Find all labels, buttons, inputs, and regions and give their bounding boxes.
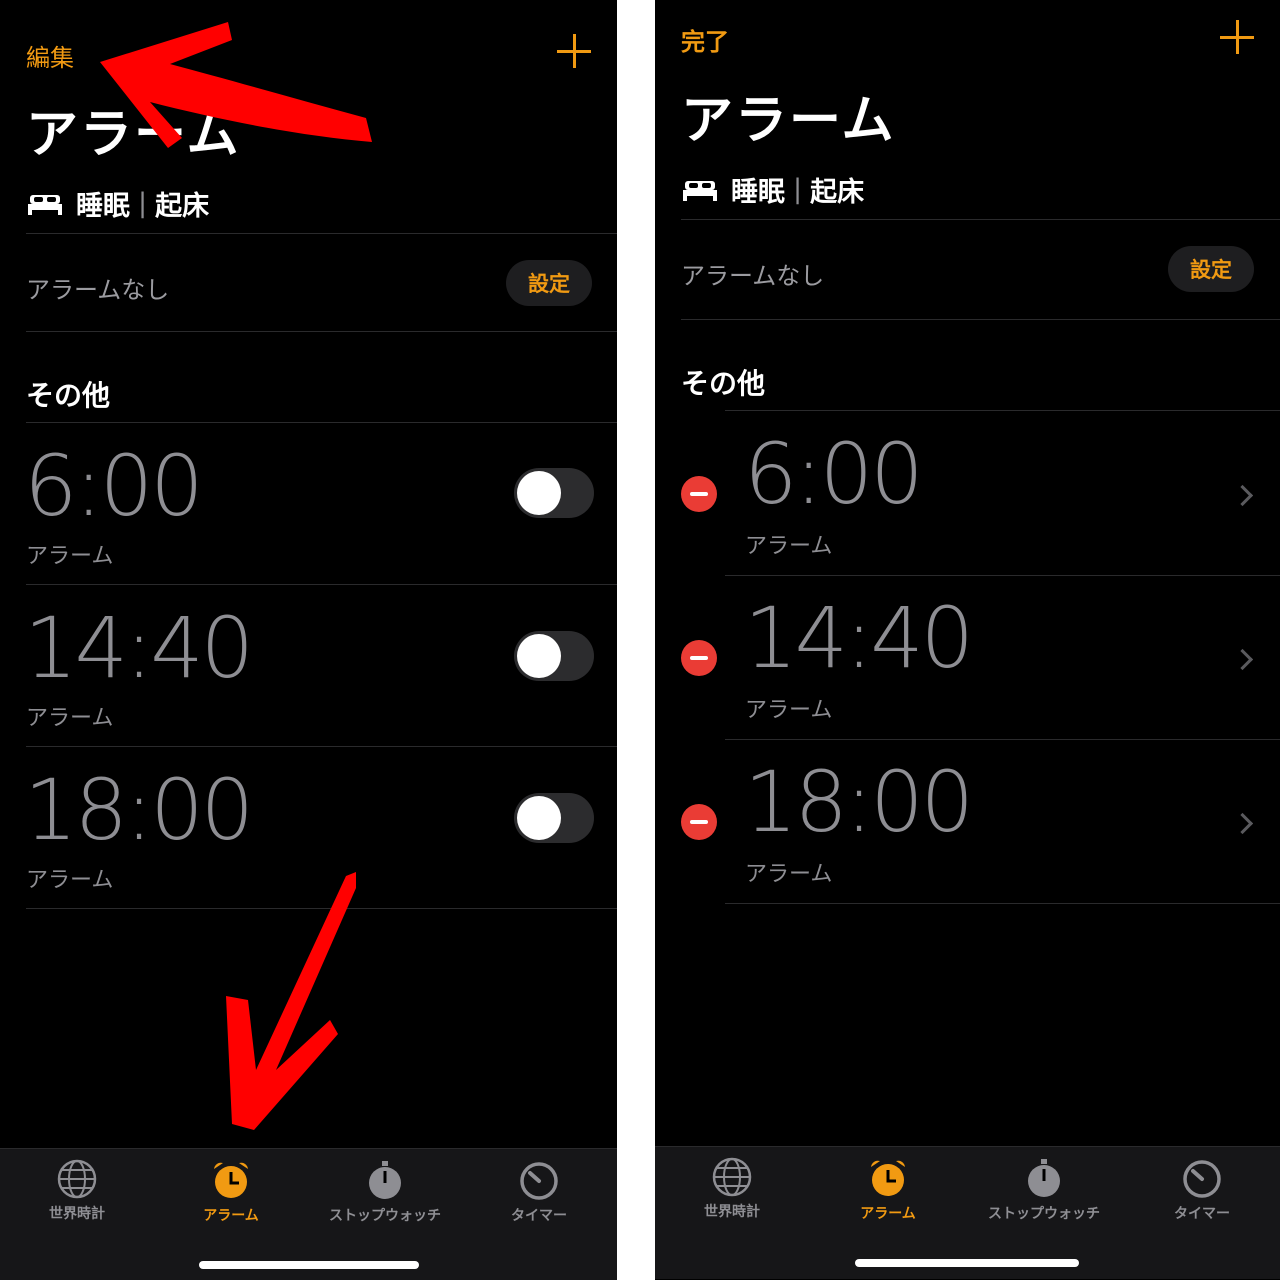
- timer-icon: [1183, 1160, 1221, 1198]
- sleep-wake-header: 睡眠 | 起床: [28, 184, 209, 223]
- tab-label: 世界時計: [704, 1204, 760, 1220]
- sleep-wake-header: 睡眠 | 起床: [683, 170, 864, 209]
- divider: [26, 422, 617, 423]
- annotation-arrow-down: [226, 872, 356, 1130]
- tab-label: タイマー: [511, 1208, 567, 1224]
- tab-label: アラーム: [860, 1206, 916, 1222]
- tab-alarm[interactable]: アラーム: [811, 1157, 965, 1223]
- wake-label: 起床: [810, 177, 865, 208]
- tab-stopwatch[interactable]: ストップウォッチ: [967, 1157, 1121, 1223]
- alarm-toggle[interactable]: [514, 468, 594, 518]
- bed-icon: [28, 194, 62, 215]
- tab-world-clock[interactable]: 世界時計: [655, 1157, 809, 1221]
- alarm-time: 6:00: [744, 425, 924, 523]
- tab-alarm[interactable]: アラーム: [154, 1159, 308, 1225]
- add-alarm-icon[interactable]: [557, 34, 591, 68]
- page-title: アラーム: [681, 91, 896, 151]
- alarm-label: アラーム: [745, 862, 833, 887]
- alarm-time: 14:40: [24, 599, 254, 697]
- page-title: アラーム: [26, 105, 241, 165]
- alarm-label: アラーム: [26, 868, 114, 893]
- tab-label: ストップウォッチ: [329, 1208, 441, 1224]
- globe-icon: [712, 1157, 752, 1197]
- no-alarm-text: アラームなし: [681, 262, 825, 290]
- divider: [26, 908, 617, 909]
- alarm-label: アラーム: [26, 706, 114, 731]
- tab-label: タイマー: [1174, 1206, 1230, 1222]
- divider: [681, 319, 1280, 320]
- divider: [725, 903, 1280, 904]
- sleep-separator: |: [793, 174, 803, 205]
- home-indicator[interactable]: [855, 1259, 1079, 1267]
- tab-timer[interactable]: タイマー: [462, 1159, 616, 1225]
- stopwatch-icon: [369, 1161, 401, 1199]
- alarm-time: 6:00: [24, 437, 204, 535]
- timer-icon: [520, 1162, 558, 1200]
- tab-label: ストップウォッチ: [988, 1206, 1100, 1222]
- set-sleep-button[interactable]: 設定: [1168, 246, 1254, 292]
- tab-label: 世界時計: [49, 1206, 105, 1222]
- alarm-time: 14:40: [744, 589, 974, 687]
- stopwatch-icon: [1028, 1159, 1060, 1197]
- divider: [725, 739, 1280, 740]
- sleep-label: 睡眠: [76, 191, 130, 222]
- tab-stopwatch[interactable]: ストップウォッチ: [308, 1159, 462, 1225]
- divider: [26, 746, 617, 747]
- right-screen: 完了 アラーム 睡眠 | 起床 アラームなし 設定 その他 6:00 アラーム …: [655, 0, 1280, 1280]
- alarm-time: 18:00: [744, 753, 974, 851]
- chevron-right-icon: [1231, 648, 1254, 671]
- alarm-time: 18:00: [24, 761, 254, 859]
- delete-minus-icon[interactable]: [681, 476, 717, 512]
- tab-timer[interactable]: タイマー: [1125, 1157, 1279, 1223]
- divider: [26, 331, 617, 332]
- alarm-toggle[interactable]: [514, 793, 594, 843]
- delete-minus-icon[interactable]: [681, 804, 717, 840]
- globe-icon: [57, 1159, 97, 1199]
- toggle-knob: [517, 796, 561, 840]
- tab-bar: 世界時計 アラーム ストップウォッチ タイマー: [655, 1146, 1280, 1279]
- alarm-label: アラーム: [26, 544, 114, 569]
- alarm-label: アラーム: [745, 698, 833, 723]
- divider: [725, 575, 1280, 576]
- add-alarm-icon[interactable]: [1220, 20, 1254, 54]
- alarm-toggle[interactable]: [514, 631, 594, 681]
- home-indicator[interactable]: [199, 1261, 419, 1269]
- delete-minus-icon[interactable]: [681, 640, 717, 676]
- edit-button[interactable]: 編集: [26, 38, 74, 73]
- left-screen: 編集 アラーム 睡眠 | 起床 アラームなし 設定 その他 6:00 アラーム …: [0, 0, 617, 1280]
- divider: [725, 410, 1280, 411]
- divider: [26, 233, 617, 234]
- divider: [681, 219, 1280, 220]
- section-title-other: その他: [681, 367, 766, 400]
- done-button[interactable]: 完了: [681, 22, 729, 57]
- section-title-other: その他: [26, 379, 111, 412]
- tab-label: アラーム: [203, 1208, 259, 1224]
- tab-bar: 世界時計 アラーム ストップウォッチ タイマー: [0, 1148, 617, 1280]
- sleep-separator: |: [138, 188, 148, 219]
- alarm-label: アラーム: [745, 534, 833, 559]
- alarm-clock-icon: [214, 1162, 248, 1198]
- sleep-label: 睡眠: [731, 177, 785, 208]
- chevron-right-icon: [1231, 484, 1254, 507]
- toggle-knob: [517, 634, 561, 678]
- chevron-right-icon: [1231, 812, 1254, 835]
- alarm-clock-icon: [871, 1160, 905, 1196]
- bed-icon: [683, 180, 717, 201]
- tab-world-clock[interactable]: 世界時計: [0, 1159, 154, 1223]
- wake-label: 起床: [155, 191, 210, 222]
- divider: [26, 584, 617, 585]
- toggle-knob: [517, 471, 561, 515]
- no-alarm-text: アラームなし: [26, 276, 170, 304]
- set-sleep-button[interactable]: 設定: [506, 260, 592, 306]
